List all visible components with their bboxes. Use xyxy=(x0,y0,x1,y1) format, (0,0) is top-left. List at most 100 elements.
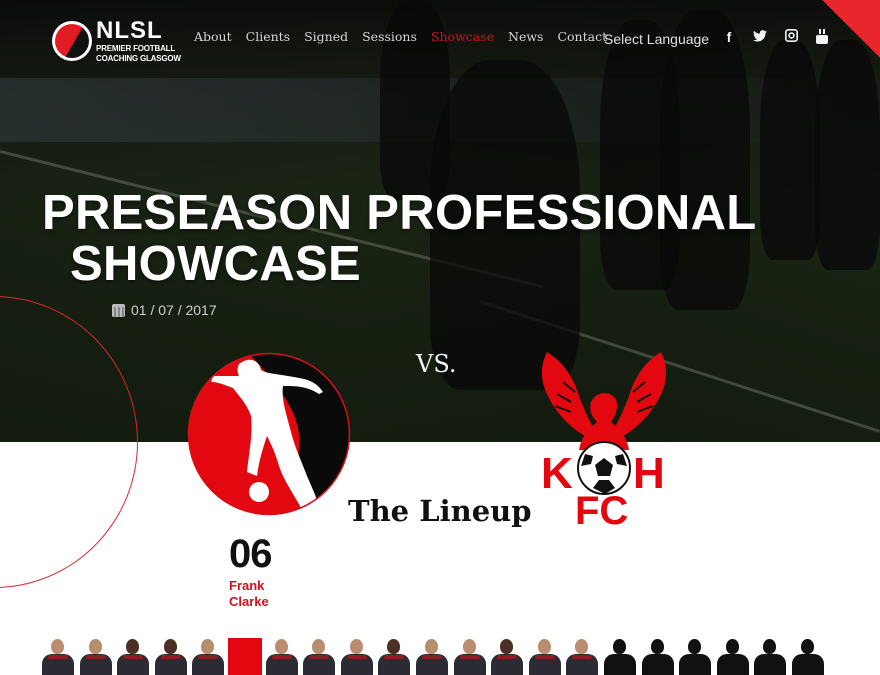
player-head xyxy=(88,639,102,654)
logo-tagline-2: COACHING GLASGOW xyxy=(96,54,181,63)
nav-clients[interactable]: Clients xyxy=(246,29,290,44)
away-crest-k: K xyxy=(541,449,573,498)
youtube-icon[interactable] xyxy=(815,29,829,45)
event-title: PRESEASON PROFESSIONAL SHOWCASE xyxy=(42,188,757,290)
player-body xyxy=(117,654,150,675)
player-head xyxy=(312,639,326,654)
squad-player[interactable] xyxy=(40,636,76,675)
player-body xyxy=(42,654,74,675)
squad-player[interactable] xyxy=(115,636,151,675)
selected-indicator xyxy=(227,638,262,675)
player-body xyxy=(566,654,599,675)
away-crest-h: H xyxy=(633,449,665,498)
player-body xyxy=(79,654,112,675)
twitter-icon[interactable] xyxy=(753,29,767,45)
player-head xyxy=(650,639,664,654)
player-body xyxy=(303,654,336,675)
player-head xyxy=(763,639,777,654)
nav-sessions[interactable]: Sessions xyxy=(362,29,417,44)
player-head xyxy=(462,639,476,654)
squad-player[interactable] xyxy=(414,636,450,675)
player-number: 06 xyxy=(229,532,272,576)
squad-player-placeholder[interactable] xyxy=(602,636,638,675)
squad-player-placeholder[interactable] xyxy=(640,636,676,675)
player-head xyxy=(537,639,551,654)
player-body xyxy=(340,654,373,675)
logo-title: NLSL xyxy=(96,17,163,44)
player-head xyxy=(387,639,401,654)
main-nav: About Clients Signed Sessions Showcase N… xyxy=(194,29,621,44)
squad-player[interactable] xyxy=(452,636,488,675)
logo-tagline-1: PREMIER FOOTBALL xyxy=(96,44,176,53)
player-first-name: Frank xyxy=(229,578,265,593)
background-player xyxy=(815,40,880,270)
event-date-text: 01 / 07 / 2017 xyxy=(131,302,217,318)
player-body xyxy=(716,654,749,675)
away-team-crest: K H FC xyxy=(541,352,667,528)
squad-player[interactable] xyxy=(564,636,600,675)
versus-label: VS. xyxy=(416,350,457,378)
squad-player[interactable] xyxy=(78,636,114,675)
nav-contact[interactable]: Contact xyxy=(557,29,607,44)
squad-strip xyxy=(40,636,840,675)
squad-player[interactable] xyxy=(264,636,300,675)
player-body xyxy=(192,654,225,675)
logo-badge-icon xyxy=(52,21,92,61)
player-head xyxy=(725,639,739,654)
squad-player-placeholder[interactable] xyxy=(790,636,826,675)
squad-player-placeholder[interactable] xyxy=(715,636,751,675)
player-body xyxy=(791,654,824,675)
calendar-icon xyxy=(112,303,125,317)
event-title-line1: PRESEASON PROFESSIONAL xyxy=(42,186,757,240)
social-links: f xyxy=(722,29,846,45)
nav-about[interactable]: About xyxy=(194,29,232,44)
event-date: 01 / 07 / 2017 xyxy=(112,302,217,318)
nav-news[interactable]: News xyxy=(508,29,543,44)
player-head xyxy=(163,639,177,654)
squad-player[interactable] xyxy=(527,636,563,675)
player-name[interactable]: Frank Clarke xyxy=(229,578,269,610)
squad-player[interactable] xyxy=(301,636,337,675)
home-team-crest xyxy=(187,352,351,516)
player-body xyxy=(603,654,636,675)
player-head xyxy=(126,639,140,654)
player-body xyxy=(265,654,298,675)
player-head xyxy=(575,639,589,654)
player-body xyxy=(415,654,448,675)
squad-player[interactable] xyxy=(339,636,375,675)
player-body xyxy=(528,654,561,675)
player-body xyxy=(378,654,411,675)
nav-signed[interactable]: Signed xyxy=(304,29,348,44)
player-head xyxy=(800,639,814,654)
facebook-icon[interactable]: f xyxy=(722,29,736,45)
language-selector[interactable]: Select Language xyxy=(604,31,709,47)
player-head xyxy=(688,639,702,654)
squad-player[interactable] xyxy=(489,636,525,675)
player-body xyxy=(641,654,674,675)
player-head xyxy=(274,639,288,654)
player-head xyxy=(51,639,64,654)
player-head xyxy=(201,639,215,654)
event-title-line2: SHOWCASE xyxy=(70,237,361,291)
player-body xyxy=(679,654,712,675)
player-head xyxy=(424,639,438,654)
player-head xyxy=(349,639,363,654)
squad-player-selected[interactable] xyxy=(227,636,262,675)
player-body xyxy=(154,654,187,675)
squad-player-placeholder[interactable] xyxy=(677,636,713,675)
background-player xyxy=(760,40,820,260)
instagram-icon[interactable] xyxy=(784,29,798,45)
player-head xyxy=(612,639,626,654)
player-last-name: Clarke xyxy=(229,594,269,609)
squad-player-placeholder[interactable] xyxy=(752,636,788,675)
squad-player[interactable] xyxy=(190,636,226,675)
squad-player[interactable] xyxy=(153,636,189,675)
lineup-heading: The Lineup xyxy=(348,494,532,528)
squad-player[interactable] xyxy=(376,636,412,675)
player-body xyxy=(754,654,787,675)
player-body xyxy=(491,654,524,675)
player-body xyxy=(453,654,486,675)
nav-showcase[interactable]: Showcase xyxy=(431,29,494,44)
site-logo[interactable]: NLSL PREMIER FOOTBALL COACHING GLASGOW xyxy=(52,19,181,63)
player-head xyxy=(500,639,514,654)
